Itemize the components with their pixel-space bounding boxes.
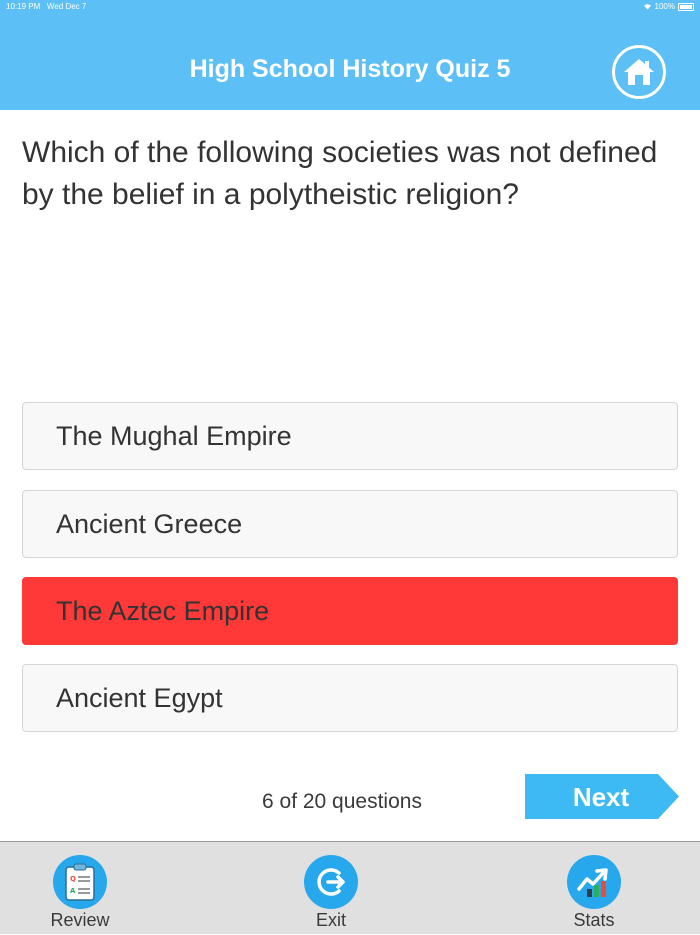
question-progress: 6 of 20 questions xyxy=(262,790,422,813)
status-date: Wed Dec 7 xyxy=(46,2,87,11)
status-time: 10:19 PM xyxy=(6,2,41,11)
home-icon xyxy=(624,59,654,85)
svg-text:Q: Q xyxy=(70,875,76,883)
clipboard-icon: Q A xyxy=(53,855,107,909)
tab-review-label: Review xyxy=(50,910,110,930)
tab-stats[interactable]: Stats xyxy=(534,842,654,935)
home-button[interactable] xyxy=(612,45,666,99)
answer-option-4[interactable]: Ancient Egypt xyxy=(22,664,678,732)
wifi-icon xyxy=(643,4,651,10)
answer-option-2[interactable]: Ancient Greece xyxy=(22,490,678,558)
next-button[interactable]: Next xyxy=(525,774,679,819)
tab-stats-label: Stats xyxy=(573,910,615,930)
answer-option-3[interactable]: The Aztec Empire xyxy=(22,577,678,645)
status-bar: 10:19 PM Wed Dec 7 100% xyxy=(0,0,700,14)
tab-bar: Q A Review Exit Stats xyxy=(0,841,700,934)
page-title: High School History Quiz 5 xyxy=(189,55,511,83)
battery-percent: 100% xyxy=(654,2,675,11)
tab-review[interactable]: Q A Review xyxy=(20,842,140,935)
battery-icon xyxy=(678,2,694,11)
exit-icon xyxy=(304,855,358,909)
answer-option-1[interactable]: The Mughal Empire xyxy=(22,402,678,470)
question-text: Which of the following societies was not… xyxy=(22,136,658,211)
svg-text:A: A xyxy=(70,887,76,895)
tab-exit[interactable]: Exit xyxy=(271,842,391,935)
next-label: Next xyxy=(572,782,630,812)
chart-up-icon xyxy=(567,855,621,909)
header: High School History Quiz 5 xyxy=(0,14,700,110)
tab-exit-label: Exit xyxy=(315,910,346,930)
